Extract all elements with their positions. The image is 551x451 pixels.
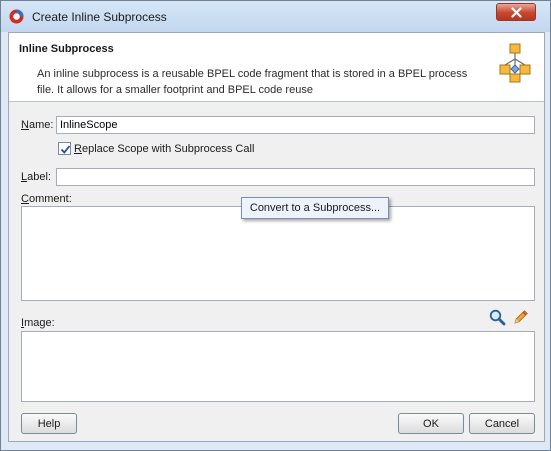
header-title: Inline Subprocess bbox=[19, 43, 114, 55]
name-label: Name: bbox=[21, 119, 54, 131]
image-area[interactable] bbox=[21, 331, 535, 402]
pencil-icon[interactable] bbox=[512, 309, 529, 326]
magnifier-icon[interactable] bbox=[489, 309, 506, 326]
header-description: An inline subprocess is a reusable BPEL … bbox=[37, 68, 468, 96]
dialog-window: Create Inline Subprocess Inline Subproce… bbox=[0, 0, 551, 451]
close-button[interactable] bbox=[496, 3, 536, 21]
title-bar[interactable]: Create Inline Subprocess bbox=[1, 1, 550, 32]
name-input[interactable] bbox=[56, 116, 535, 134]
convert-tooltip: Convert to a Subprocess... bbox=[241, 197, 389, 219]
replace-scope-checkbox[interactable] bbox=[58, 142, 71, 155]
image-label: Image: bbox=[21, 317, 55, 329]
oracle-jdev-icon bbox=[9, 9, 24, 24]
dialog-header: Inline Subprocess An inline subprocess i… bbox=[9, 33, 544, 102]
cancel-button[interactable]: Cancel bbox=[469, 413, 535, 434]
help-button[interactable]: Help bbox=[21, 413, 77, 434]
replace-scope-label[interactable]: Replace Scope with Subprocess Call bbox=[74, 143, 254, 155]
flowchart-icon bbox=[499, 43, 531, 83]
label-label: Label: bbox=[21, 171, 51, 183]
close-icon bbox=[511, 7, 522, 18]
dialog-content: Inline Subprocess An inline subprocess i… bbox=[8, 32, 545, 442]
comment-label: Comment: bbox=[21, 193, 72, 205]
check-icon bbox=[60, 145, 71, 154]
ok-button[interactable]: OK bbox=[398, 413, 464, 434]
label-input[interactable] bbox=[56, 168, 535, 186]
comment-textarea[interactable] bbox=[21, 206, 535, 301]
window-title: Create Inline Subprocess bbox=[32, 10, 167, 24]
